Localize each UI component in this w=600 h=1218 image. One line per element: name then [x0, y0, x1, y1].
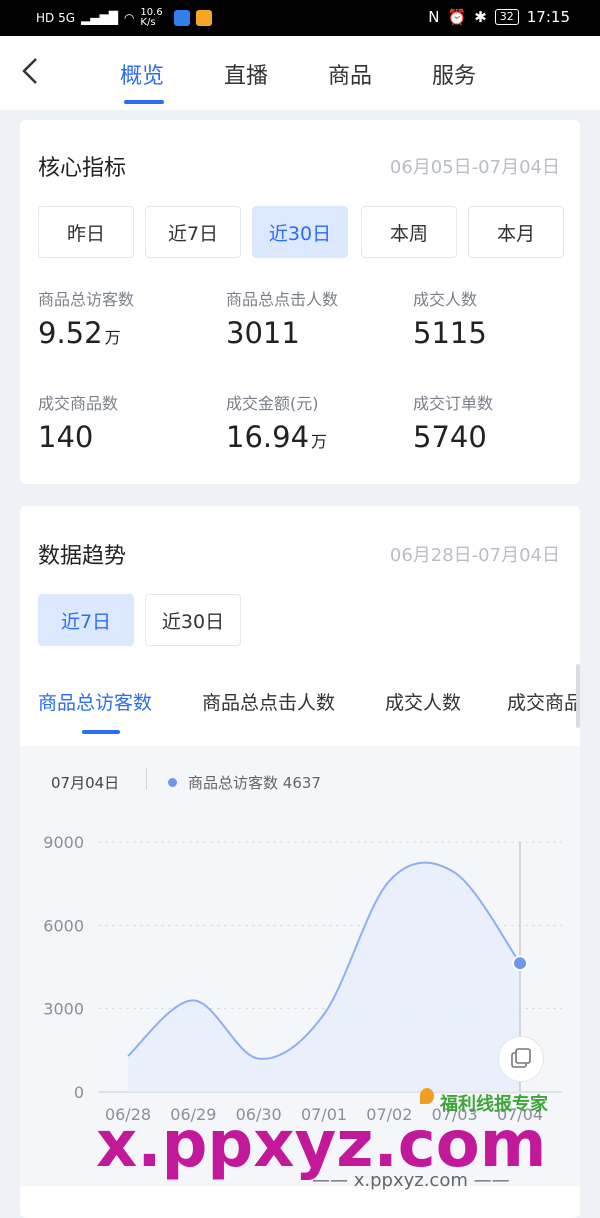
period-this-week[interactable]: 本周	[361, 206, 457, 258]
metric-value: 9.52 万	[38, 316, 121, 350]
metric-tab-visitors[interactable]: 商品总访客数	[38, 688, 152, 715]
active-tab-indicator	[124, 100, 164, 104]
core-metrics-card: 核心指标 06月05日-07月04日 昨日 近7日 近30日 本周 本月 商品总…	[20, 120, 580, 484]
alarm-icon: ⏰	[447, 8, 467, 26]
wifi-icon: ◠	[123, 11, 135, 25]
tab-overview[interactable]: 概览	[120, 58, 164, 90]
y-tick-label: 9000	[43, 833, 84, 852]
metric-value: 16.94 万	[226, 420, 328, 454]
trend-period-30days[interactable]: 近30日	[145, 594, 241, 646]
app-notification-icon	[174, 10, 191, 26]
metric-label: 商品总点击人数	[226, 290, 339, 309]
series-area	[128, 862, 520, 1092]
watermark-domain-small: —— x.ppxyz.com ——	[312, 1170, 510, 1191]
metric-value: 140	[38, 420, 94, 454]
trend-period-7days[interactable]: 近7日	[38, 594, 134, 646]
highlight-point	[512, 955, 528, 972]
card-title: 核心指标	[38, 156, 127, 181]
status-left: HD 5G ▂▄▆█ ◠ 10.6 K/s	[36, 7, 213, 28]
metric-tab-buyers[interactable]: 成交人数	[385, 688, 461, 715]
tab-service[interactable]: 服务	[432, 58, 476, 90]
period-this-month[interactable]: 本月	[468, 206, 564, 258]
metric-value: 5740	[413, 420, 487, 454]
metric-label: 成交人数	[413, 290, 478, 309]
metric-label: 成交商品数	[38, 394, 119, 413]
metric-label: 成交金额(元)	[226, 394, 319, 413]
metric-value: 5115	[413, 316, 487, 350]
status-bar: HD 5G ▂▄▆█ ◠ 10.6 K/s N ⏰ ✱ 32 17:15	[0, 0, 600, 36]
tab-scroll-indicator	[576, 664, 580, 728]
tab-live[interactable]: 直播	[224, 58, 268, 90]
y-tick-label: 3000	[43, 1000, 84, 1019]
metric-label: 商品总访客数	[38, 290, 135, 309]
metric-value: 3011	[226, 316, 300, 350]
card-title: 数据趋势	[38, 544, 127, 569]
clock: 17:15	[526, 8, 570, 26]
period-7days[interactable]: 近7日	[145, 206, 241, 258]
date-range: 06月05日-07月04日	[389, 157, 560, 178]
battery-icon: 32	[494, 9, 519, 25]
copy-icon[interactable]	[498, 1036, 544, 1082]
period-30days[interactable]: 近30日	[252, 206, 348, 258]
y-tick-label: 6000	[43, 916, 84, 935]
tab-products[interactable]: 商品	[328, 58, 372, 90]
metric-tab-clicks[interactable]: 商品总点击人数	[202, 688, 335, 715]
date-range: 06月28日-07月04日	[389, 545, 560, 566]
nfc-icon: N	[428, 8, 440, 26]
signal-icon: ▂▄▆█	[81, 11, 118, 25]
speed-label: 10.6 K/s	[140, 7, 163, 28]
app-notification-icon-2	[196, 10, 213, 26]
back-arrow-icon[interactable]	[18, 56, 48, 86]
bluetooth-icon: ✱	[474, 8, 487, 26]
metric-label: 成交订单数	[413, 394, 494, 413]
period-yesterday[interactable]: 昨日	[38, 206, 134, 258]
network-label: HD 5G	[36, 11, 76, 25]
status-right: N ⏰ ✱ 32 17:15	[428, 8, 570, 26]
metric-tab-products[interactable]: 成交商品	[507, 688, 580, 715]
y-tick-label: 0	[74, 1083, 84, 1102]
metric-tab-indicator	[82, 730, 120, 734]
top-nav: 概览 直播 商品 服务	[0, 36, 600, 110]
watermark-leaf-icon	[420, 1088, 434, 1104]
